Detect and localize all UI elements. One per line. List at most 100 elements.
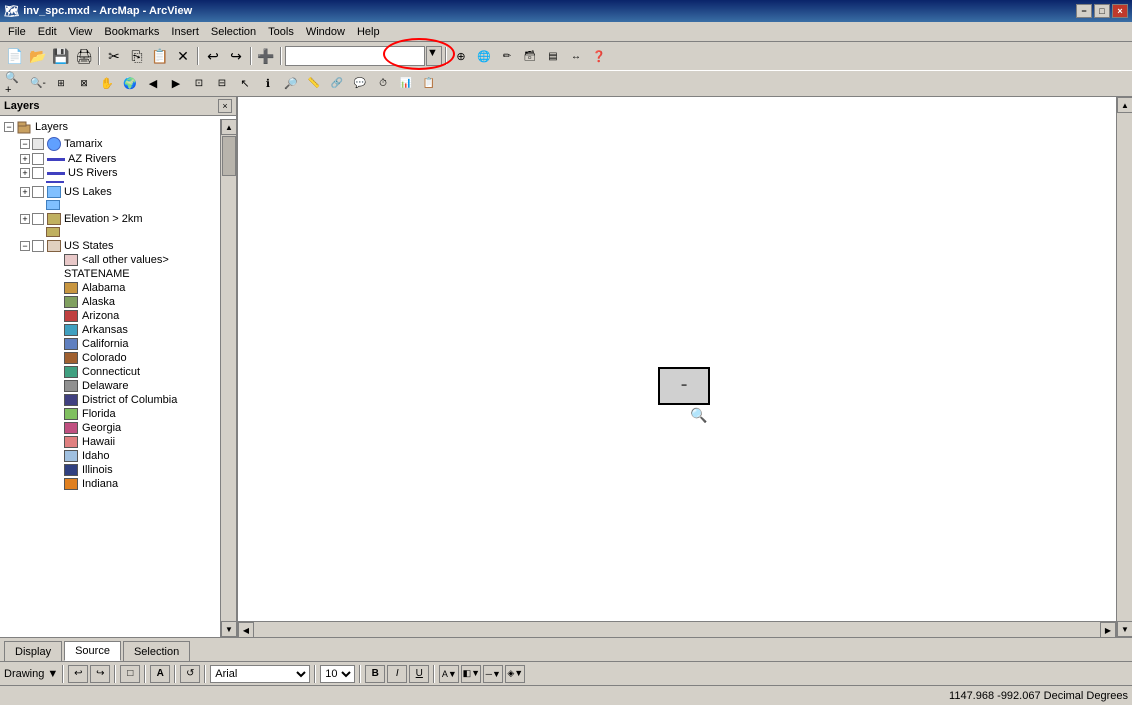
report-btn[interactable]: 📋 — [418, 73, 440, 95]
underline-btn[interactable]: U — [409, 665, 429, 683]
us-rivers-expand[interactable]: + — [20, 168, 30, 178]
print-button[interactable]: 🖨 — [73, 45, 95, 67]
measure-btn[interactable]: 📏 — [303, 73, 325, 95]
find-btn[interactable]: 🔎 — [280, 73, 302, 95]
refresh-btn[interactable]: ↺ — [180, 665, 200, 683]
scale-dropdown[interactable]: ▼ — [426, 46, 442, 66]
fixed-zoom-out[interactable]: ⊠ — [73, 73, 95, 95]
tab-selection[interactable]: Selection — [123, 641, 190, 661]
close-button[interactable]: × — [1112, 4, 1128, 18]
menu-file[interactable]: File — [2, 24, 32, 40]
us-lakes-checkbox[interactable] — [32, 186, 44, 198]
us-rivers-checkbox[interactable] — [32, 167, 44, 179]
undo-draw[interactable]: ↩ — [68, 665, 88, 683]
minimize-button[interactable]: − — [1076, 4, 1092, 18]
overview-btn[interactable]: ↔ — [565, 45, 587, 67]
scale-input[interactable]: 1:18,184,482.262 — [285, 46, 425, 66]
text-btn[interactable]: A — [150, 665, 170, 683]
editor-btn[interactable]: ✏ — [496, 45, 518, 67]
zoom-out-btn[interactable]: 🔍- — [27, 73, 49, 95]
map-scroll-h-left[interactable]: ◀ — [238, 622, 254, 637]
elevation-checkbox[interactable] — [32, 213, 44, 225]
map-scroll-v-up[interactable]: ▲ — [1117, 97, 1132, 113]
scroll-up-btn[interactable]: ▲ — [221, 119, 237, 135]
zoom-in-full[interactable]: ⊕ — [450, 45, 472, 67]
map-scroll-v-down[interactable]: ▼ — [1117, 621, 1132, 637]
shadow-btn[interactable]: ◈▼ — [505, 665, 525, 683]
menu-insert[interactable]: Insert — [165, 24, 205, 40]
drawing-label[interactable]: Drawing ▼ — [4, 668, 58, 680]
time-btn[interactable]: ⏱ — [372, 73, 394, 95]
back-btn[interactable]: ◀ — [142, 73, 164, 95]
us-states-expand[interactable]: − — [20, 241, 30, 251]
tab-source[interactable]: Source — [64, 641, 121, 661]
new-button[interactable]: 📄 — [4, 45, 26, 67]
fixed-zoom-in[interactable]: ⊞ — [50, 73, 72, 95]
bold-btn[interactable]: B — [365, 665, 385, 683]
select-features[interactable]: ↖ — [234, 73, 256, 95]
tamarix-layer[interactable]: − Tamarix — [0, 136, 220, 152]
help-btn[interactable]: ❓ — [588, 45, 610, 67]
map-area[interactable]: − 🔍 ▲ ▼ ◀ ▶ — [238, 97, 1132, 637]
elevation-expand[interactable]: + — [20, 214, 30, 224]
panel-scrollbar[interactable]: ▲ ▼ — [220, 119, 236, 637]
line-color-btn[interactable]: ─▼ — [483, 665, 503, 683]
pan-btn[interactable]: ✋ — [96, 73, 118, 95]
tamarix-checkbox[interactable] — [32, 138, 44, 150]
font-color-btn[interactable]: A▼ — [439, 665, 459, 683]
zoom-in-btn[interactable]: 🔍+ — [4, 73, 26, 95]
panel-close-button[interactable]: × — [218, 99, 232, 113]
menu-bookmarks[interactable]: Bookmarks — [98, 24, 165, 40]
graph-btn[interactable]: 📊 — [395, 73, 417, 95]
fill-color-btn[interactable]: ◧▼ — [461, 665, 481, 683]
map-scroll-h-right[interactable]: ▶ — [1100, 622, 1116, 637]
menu-tools[interactable]: Tools — [262, 24, 300, 40]
az-rivers-layer[interactable]: + AZ Rivers — [0, 152, 220, 166]
layers-group-header[interactable]: − Layers — [0, 118, 220, 136]
html-popup[interactable]: 💬 — [349, 73, 371, 95]
menu-help[interactable]: Help — [351, 24, 386, 40]
redo-button[interactable]: ↪ — [225, 45, 247, 67]
map-scrollbar-v[interactable]: ▲ ▼ — [1116, 97, 1132, 637]
identify-btn[interactable]: ℹ — [257, 73, 279, 95]
us-lakes-expand[interactable]: + — [20, 187, 30, 197]
menu-view[interactable]: View — [63, 24, 99, 40]
map-canvas[interactable]: − 🔍 — [238, 97, 1132, 637]
scroll-down-btn[interactable]: ▼ — [221, 621, 237, 637]
elevation-layer[interactable]: + Elevation > 2km — [0, 212, 220, 226]
forward-btn[interactable]: ▶ — [165, 73, 187, 95]
tamarix-expand[interactable]: − — [20, 139, 30, 149]
menu-selection[interactable]: Selection — [205, 24, 262, 40]
undo-button[interactable]: ↩ — [202, 45, 224, 67]
cut-button[interactable]: ✂ — [103, 45, 125, 67]
arc-catalog-btn[interactable]: 🗃 — [519, 45, 541, 67]
hyperlink-btn[interactable]: 🔗 — [326, 73, 348, 95]
add-data-button[interactable]: ➕ — [255, 45, 277, 67]
layers-expand[interactable]: − — [4, 122, 14, 132]
zoom-to-layer[interactable]: 🌐 — [473, 45, 495, 67]
redo-draw[interactable]: ↪ — [90, 665, 110, 683]
paste-button[interactable]: 📋 — [149, 45, 171, 67]
zoom-to-select[interactable]: ⊟ — [211, 73, 233, 95]
font-name-select[interactable]: Arial — [210, 665, 310, 683]
menu-window[interactable]: Window — [300, 24, 351, 40]
maximize-button[interactable]: □ — [1094, 4, 1110, 18]
us-lakes-layer[interactable]: + US Lakes — [0, 185, 220, 199]
globe-btn[interactable]: 🌍 — [119, 73, 141, 95]
az-rivers-expand[interactable]: + — [20, 154, 30, 164]
map-scrollbar-h[interactable]: ◀ ▶ — [238, 621, 1116, 637]
delete-button[interactable]: ✕ — [172, 45, 194, 67]
tab-display[interactable]: Display — [4, 641, 62, 661]
copy-button[interactable]: ⎘ — [126, 45, 148, 67]
az-rivers-checkbox[interactable] — [32, 153, 44, 165]
layout-btn[interactable]: ▤ — [542, 45, 564, 67]
menu-edit[interactable]: Edit — [32, 24, 63, 40]
us-rivers-layer[interactable]: + US Rivers — [0, 166, 220, 180]
select-frame[interactable]: ⊡ — [188, 73, 210, 95]
us-states-checkbox[interactable] — [32, 240, 44, 252]
us-states-layer[interactable]: − US States — [0, 239, 220, 253]
open-button[interactable]: 📂 — [27, 45, 49, 67]
save-button[interactable]: 💾 — [50, 45, 72, 67]
scroll-thumb[interactable] — [222, 136, 236, 176]
font-size-select[interactable]: 10 — [320, 665, 355, 683]
